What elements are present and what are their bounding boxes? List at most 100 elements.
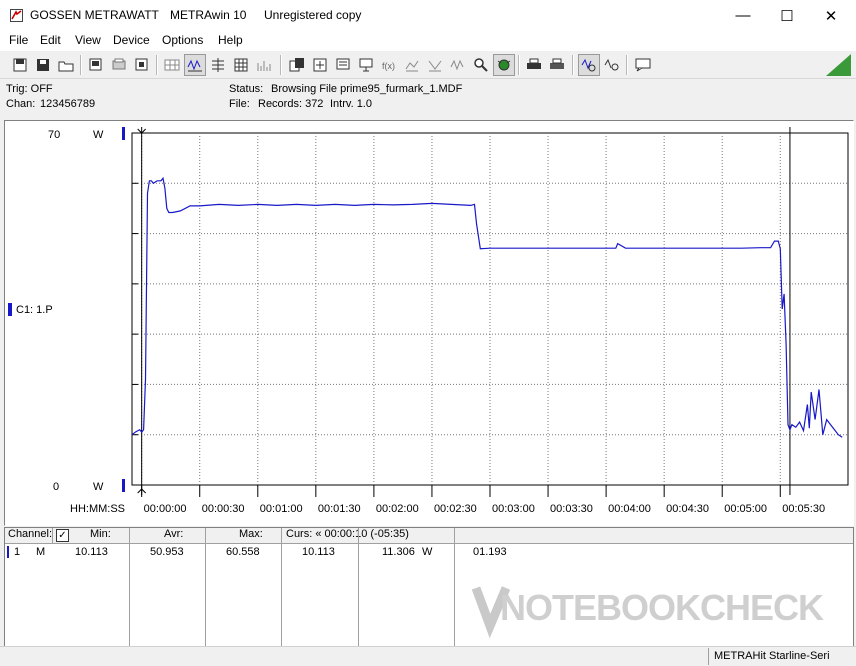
menu-options[interactable]: Options <box>162 33 203 47</box>
resize-grip-icon <box>826 54 851 76</box>
bug-icon[interactable] <box>493 54 515 76</box>
x-tick-label: 00:05:00 <box>724 503 767 515</box>
printer-icon[interactable] <box>524 55 544 75</box>
device-model: METRAHit Starline-Seri <box>714 650 830 662</box>
scale2-icon[interactable] <box>425 55 445 75</box>
trig-label: Trig: OFF <box>6 83 53 95</box>
row-marker <box>7 546 9 558</box>
registration-title: Unregistered copy <box>264 8 362 22</box>
cursor-value-2: 11.306 <box>382 546 415 558</box>
row-mode: M <box>36 546 46 558</box>
records-value: Records: 372 <box>258 98 324 110</box>
plot-area[interactable]: 70 W 0 W C1: 1.P HH:MM:SS 00:00:00 00:00:… <box>4 120 854 526</box>
x-tick-label: 00:04:30 <box>666 503 709 515</box>
x-tick-label: 00:00:00 <box>144 503 187 515</box>
x-tick-label: 00:03:30 <box>550 503 593 515</box>
zoom-icon[interactable] <box>578 54 600 76</box>
printer2-icon[interactable] <box>547 55 567 75</box>
menu-device[interactable]: Device <box>113 33 150 47</box>
col-min: Min: <box>90 528 111 540</box>
series-line <box>131 176 843 438</box>
bars-icon[interactable] <box>254 55 274 75</box>
title-bar: GOSSEN METRAWATT METRAwin 10 Unregistere… <box>0 0 856 31</box>
status-bar: METRAHit Starline-Seri <box>0 646 856 666</box>
minimize-button[interactable]: — <box>720 0 766 31</box>
x-tick-label: 00:02:00 <box>376 503 419 515</box>
signal-icon[interactable] <box>448 55 468 75</box>
max-value: 60.558 <box>226 546 260 558</box>
chan-label: Chan: <box>6 98 36 110</box>
svg-text:f(x): f(x) <box>382 61 395 71</box>
grid-icon[interactable] <box>162 55 182 75</box>
menu-view[interactable]: View <box>75 33 101 47</box>
min-value: 10.113 <box>75 546 108 558</box>
status-value: Browsing File prime95_furmark_1.MDF <box>271 83 463 95</box>
table-icon[interactable] <box>231 55 251 75</box>
save-icon[interactable] <box>33 55 53 75</box>
col-curs: Curs: « 00:00:10 (-05:35) <box>286 528 409 540</box>
vendor-title: GOSSEN METRAWATT <box>30 8 159 22</box>
channel-marker <box>8 303 12 316</box>
search-icon[interactable] <box>471 55 491 75</box>
y-unit-bottom: W <box>93 481 104 493</box>
app-title: METRAwin 10 <box>170 8 247 22</box>
wave-icon[interactable] <box>184 54 206 76</box>
close-icon: ✕ <box>824 7 838 25</box>
x-tick-label: 00:01:30 <box>318 503 361 515</box>
watermark-text: NOTEBOOKCHECK <box>500 587 824 628</box>
channel-label: C1: 1.P <box>16 304 53 316</box>
graph-icon[interactable] <box>333 55 353 75</box>
x-tick-label: 00:01:00 <box>260 503 303 515</box>
list-icon[interactable] <box>208 55 228 75</box>
open-icon[interactable] <box>10 55 30 75</box>
y-min-label: 0 <box>53 481 59 493</box>
y-bottom-marker <box>122 479 125 492</box>
app-icon[interactable] <box>10 9 23 22</box>
print-icon[interactable] <box>109 55 129 75</box>
cursor-value-3: 01.193 <box>473 546 507 558</box>
row-number: 1 <box>14 546 21 558</box>
zoom-out-icon[interactable] <box>602 55 622 75</box>
message-icon[interactable] <box>633 55 653 75</box>
watermark-logo: NOTEBOOKCHECK <box>470 580 850 643</box>
menu-bar: File Edit View Device Options Help <box>0 31 856 51</box>
maximize-icon: ☐ <box>780 7 794 25</box>
y-unit-top: W <box>93 129 104 141</box>
avr-value: 50.953 <box>150 546 184 558</box>
x-tick-label: 00:03:00 <box>492 503 535 515</box>
chart-svg[interactable]: 70 W 0 W C1: 1.P HH:MM:SS 00:00:00 00:00:… <box>5 121 853 525</box>
y-top-marker <box>122 127 125 140</box>
menu-edit[interactable]: Edit <box>40 33 61 47</box>
menu-file[interactable]: File <box>9 33 28 47</box>
export-icon[interactable] <box>310 55 330 75</box>
interval-value: Intrv. 1.0 <box>330 98 372 110</box>
copy-icon[interactable] <box>287 55 307 75</box>
x-tick-label: 00:00:30 <box>202 503 245 515</box>
file-label: File: <box>229 98 250 110</box>
cursor-value-1: 10.113 <box>302 546 335 558</box>
col-channel: Channel: <box>8 528 53 540</box>
x-tick-label: 00:05:30 <box>782 503 825 515</box>
status-label: Status: <box>229 83 264 95</box>
chart-icon[interactable] <box>132 55 152 75</box>
channel-checkbox[interactable]: ✓ <box>56 529 69 542</box>
fx-icon[interactable]: f(x) <box>379 55 399 75</box>
folder-icon[interactable] <box>56 55 76 75</box>
toolbar: f(x) <box>0 51 856 79</box>
plot-frame <box>131 132 849 486</box>
menu-help[interactable]: Help <box>218 33 243 47</box>
device-icon[interactable] <box>86 55 106 75</box>
x-axis-label: HH:MM:SS <box>70 503 125 515</box>
x-tick-label: 00:02:30 <box>434 503 477 515</box>
chan-value: 123456789 <box>40 98 96 110</box>
close-button[interactable]: ✕ <box>808 0 854 31</box>
y-max-label: 70 <box>48 129 60 141</box>
scale-icon[interactable] <box>402 55 422 75</box>
minimize-icon: — <box>735 7 751 24</box>
computer-icon[interactable] <box>356 55 376 75</box>
maximize-button[interactable]: ☐ <box>764 0 810 31</box>
col-max: Max: <box>239 528 263 540</box>
x-tick-label: 00:04:00 <box>608 503 651 515</box>
cursor-unit: W <box>422 546 433 558</box>
col-avr: Avr: <box>164 528 184 540</box>
